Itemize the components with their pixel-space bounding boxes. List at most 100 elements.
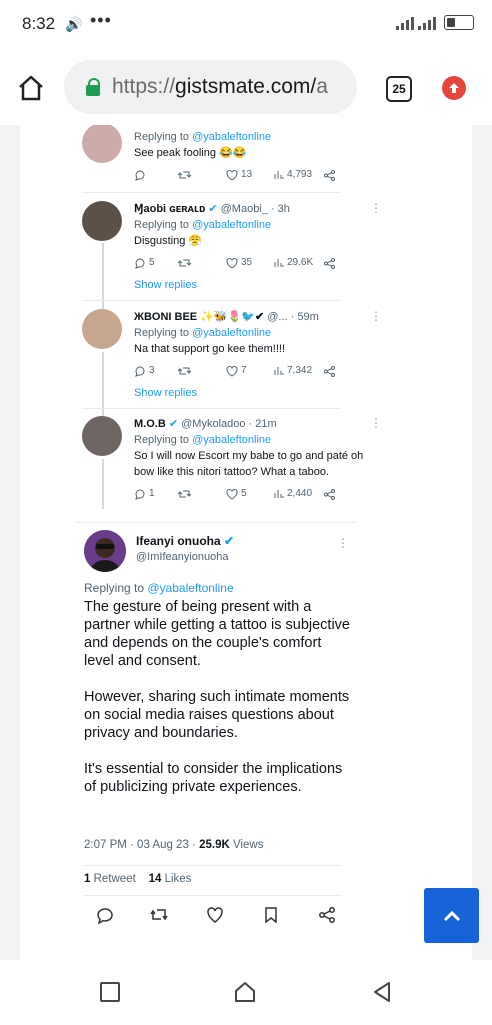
more-icon[interactable]: ⋮	[337, 536, 349, 550]
avatar[interactable]	[82, 309, 122, 349]
url-text[interactable]: https://gistsmate.com/a	[112, 75, 328, 99]
page-content: Replying to @yabaleftonline See peak foo…	[0, 125, 492, 960]
avatar[interactable]	[82, 201, 122, 241]
like-button[interactable]: 35	[226, 255, 274, 271]
replying-to-link[interactable]: @yabaleftonline	[192, 327, 271, 339]
status-time: 8:32	[22, 14, 56, 33]
replying-to: Replying to @yabaleftonline	[134, 219, 272, 231]
share-button[interactable]	[324, 257, 335, 269]
likes-count[interactable]: 14 Likes	[149, 873, 192, 885]
views-icon	[274, 259, 284, 267]
recents-icon[interactable]	[98, 980, 122, 1004]
system-nav-bar	[0, 960, 492, 1025]
home-icon[interactable]	[16, 73, 46, 103]
verified-icon: ✔	[168, 418, 179, 430]
share-button[interactable]	[324, 488, 335, 500]
tweet-stats: 1 Retweet 14 Likes	[84, 873, 191, 885]
reply-name-row: ЖBONI BEE ✨🐝🌷🐦✔ @... · 59m	[134, 311, 319, 323]
replying-to: Replying to @yabaleftonline	[134, 327, 272, 339]
divider	[82, 300, 340, 301]
share-icon	[324, 365, 335, 377]
status-bar: 8:32 🔊 •••	[0, 0, 492, 50]
comment-icon	[135, 170, 145, 181]
reply-text: Disgusting 😤	[134, 235, 203, 247]
tweet-actions	[96, 906, 340, 930]
share-button[interactable]	[324, 365, 335, 377]
retweet-icon[interactable]	[150, 906, 168, 924]
author-name[interactable]: Ifeanyi onuoha ✔	[136, 534, 234, 548]
heart-icon[interactable]	[206, 906, 224, 924]
views-count: 7,342	[274, 363, 324, 379]
retweet-button[interactable]	[178, 365, 226, 377]
reply-actions: 13 4,793	[134, 167, 374, 183]
scroll-to-top-button[interactable]	[424, 888, 479, 943]
like-button[interactable]: 5	[226, 486, 274, 502]
like-button[interactable]: 7	[226, 363, 274, 379]
comment-icon[interactable]	[96, 906, 114, 924]
home-nav-icon[interactable]	[233, 980, 257, 1004]
comment-button[interactable]: 5	[134, 255, 178, 271]
heart-icon	[226, 365, 238, 377]
divider	[76, 522, 356, 523]
comment-icon	[135, 258, 145, 269]
share-icon	[324, 169, 335, 181]
comment-button[interactable]: 3	[134, 363, 178, 379]
divider	[84, 895, 342, 896]
back-icon[interactable]	[370, 980, 394, 1004]
views-count: 29.6K	[274, 255, 324, 271]
more-icon[interactable]: ⋮	[370, 200, 382, 216]
retweet-icon	[178, 171, 191, 179]
views-count: 2,440	[274, 486, 324, 502]
comment-button[interactable]: 1	[134, 486, 178, 502]
comment-icon	[135, 366, 145, 377]
share-button[interactable]	[324, 169, 335, 181]
reply-name-row: M.O.B ✔ @Mykoladoo · 21m	[134, 418, 277, 430]
replying-to-link[interactable]: @yabaleftonline	[192, 434, 271, 446]
tweet-paragraph: The gesture of being present with a part…	[84, 599, 350, 669]
comment-button[interactable]	[134, 169, 178, 181]
thread-line	[102, 459, 104, 509]
tweet-paragraph: However, sharing such intimate moments o…	[84, 689, 350, 741]
retweet-button[interactable]	[178, 257, 226, 269]
reply-actions: 3 7 7,342	[134, 363, 374, 379]
share-icon	[324, 257, 335, 269]
replying-to: Replying to @yabaleftonline	[84, 581, 234, 595]
browser-toolbar: https://gistsmate.com/a 25	[0, 50, 492, 125]
author-handle[interactable]: @ImIfeanyionuoha	[136, 551, 229, 563]
thread-line	[102, 243, 104, 318]
divider	[82, 192, 340, 193]
status-indicators	[396, 15, 474, 30]
show-replies-link[interactable]: Show replies	[134, 385, 374, 401]
retweet-button[interactable]	[178, 169, 226, 181]
more-icon[interactable]: ⋮	[370, 415, 382, 431]
reply-text: Na that support go kee them!!!!	[134, 343, 286, 355]
heart-icon	[226, 169, 238, 181]
reply-actions: 5 35 29.6K	[134, 255, 374, 271]
share-icon	[324, 488, 335, 500]
show-replies-link[interactable]: Show replies	[134, 277, 374, 293]
more-icon[interactable]: ⋮	[370, 308, 382, 324]
retweet-icon	[178, 259, 191, 267]
views-icon	[274, 367, 284, 375]
replying-to-link[interactable]: @yabaleftonline	[192, 219, 271, 231]
views-icon	[274, 490, 284, 498]
address-bar[interactable]: https://gistsmate.com/a	[64, 60, 357, 114]
replying-to-link[interactable]: @yabaleftonline	[147, 581, 233, 595]
reply-name-row: Ɱaobi ɢᴇʀᴀʟᴅ ✔ @Maobi_ · 3h	[134, 203, 290, 215]
views-icon	[274, 171, 284, 179]
replying-to-link[interactable]: @yabaleftonline	[192, 131, 271, 143]
retweet-button[interactable]	[178, 488, 226, 500]
volume-icon: 🔊	[65, 16, 83, 32]
avatar[interactable]	[82, 416, 122, 456]
thread-line	[102, 352, 104, 424]
tweet-text: The gesture of being present with a part…	[84, 598, 354, 814]
like-button[interactable]: 13	[226, 167, 274, 183]
bookmark-icon[interactable]	[262, 906, 280, 924]
tweet-meta: 2:07 PM · 03 Aug 23 · 25.9K Views	[84, 839, 264, 851]
tabs-button[interactable]: 25	[386, 76, 412, 102]
share-icon[interactable]	[318, 906, 336, 924]
avatar[interactable]	[84, 530, 126, 572]
divider	[84, 865, 342, 866]
upload-icon[interactable]	[442, 76, 466, 100]
retweets-count[interactable]: 1 Retweet	[84, 873, 136, 885]
